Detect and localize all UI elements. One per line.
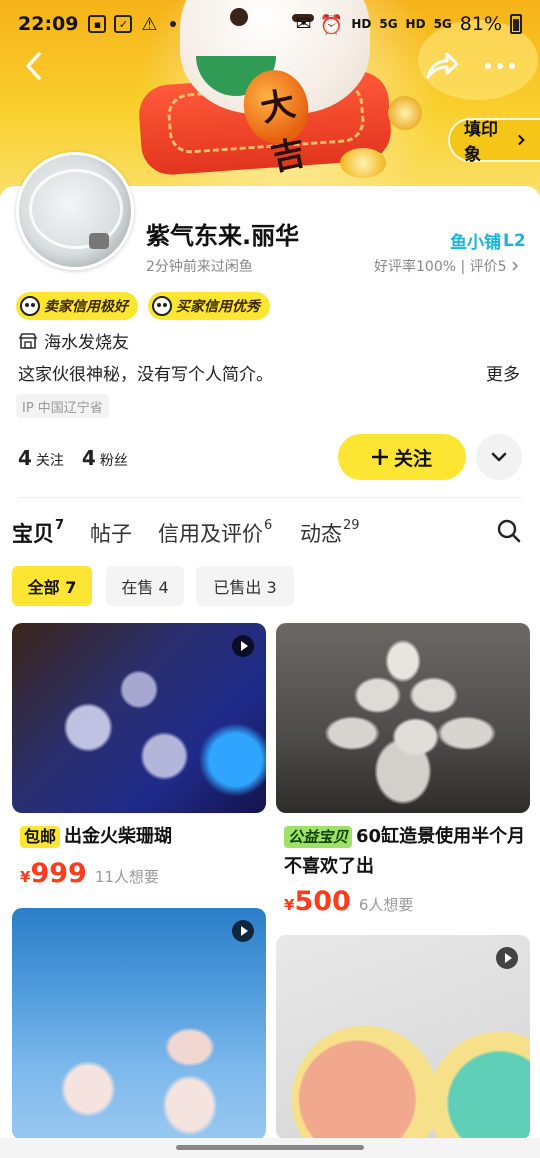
status-time: 22:09 bbox=[18, 13, 79, 35]
fill-impression-label: 填印象 bbox=[464, 120, 498, 165]
following-label[interactable]: 关注 bbox=[36, 450, 64, 470]
share-button[interactable] bbox=[420, 46, 464, 86]
gold-ingot bbox=[340, 148, 386, 178]
product-price: ¥999 bbox=[20, 858, 87, 889]
product-title[interactable]: 公益宝贝 60缸造景使用半个月不喜欢了出 bbox=[284, 822, 530, 882]
followers-label[interactable]: 粉丝 bbox=[100, 450, 128, 470]
product-wants: 11人想要 bbox=[94, 868, 159, 886]
tab-credit-label: 信用及评价 bbox=[158, 522, 263, 546]
avatar[interactable] bbox=[16, 152, 134, 270]
product-price-row: ¥500 6人想要 bbox=[284, 886, 413, 917]
seller-credit-badge[interactable]: 卖家信用极好 bbox=[16, 292, 138, 320]
chevron-left-icon bbox=[26, 52, 41, 80]
back-button[interactable] bbox=[16, 46, 52, 86]
product-price-value: 999 bbox=[30, 858, 87, 889]
video-play-icon bbox=[496, 947, 518, 969]
seller-credit-label: 卖家信用极好 bbox=[44, 299, 128, 315]
battery-icon bbox=[510, 14, 522, 34]
followers-count[interactable]: 4 bbox=[82, 446, 96, 470]
message-icon: ✉ bbox=[295, 13, 312, 35]
filter-on-sale[interactable]: 在售 4 bbox=[106, 566, 184, 606]
shop-level-name: 鱼小铺 bbox=[450, 233, 501, 253]
tab-feed-label: 动态 bbox=[300, 522, 342, 546]
tab-goods-count: 7 bbox=[55, 518, 65, 533]
filter-all[interactable]: 全部 7 bbox=[12, 566, 92, 606]
seller-face-icon bbox=[20, 296, 40, 316]
product-image[interactable] bbox=[12, 623, 266, 813]
product-image[interactable] bbox=[276, 935, 530, 1140]
product-price-row: ¥999 11人想要 bbox=[20, 858, 159, 889]
home-indicator[interactable] bbox=[176, 1145, 364, 1150]
fill-impression-button[interactable]: 填印象 bbox=[448, 118, 540, 165]
ip-location-tag: IP 中国辽宁省 bbox=[16, 394, 109, 418]
avatar-stand bbox=[89, 233, 109, 249]
product-title-text: 出金火柴珊瑚 bbox=[64, 826, 173, 847]
product-wants: 6人想要 bbox=[358, 896, 414, 914]
gold-coin bbox=[388, 96, 422, 130]
warning-icon: ⚠ bbox=[141, 13, 158, 35]
status-bar: 22:09 ▪ ✓ ⚠ ✉ ⏰ HD 5G HD 5G 81% bbox=[0, 0, 540, 48]
buyer-face-icon bbox=[152, 296, 172, 316]
rating-text: 好评率100% | 评价5 bbox=[374, 259, 507, 275]
hobby-label: 海水发烧友 bbox=[44, 333, 129, 353]
chevron-right-icon bbox=[511, 261, 518, 271]
search-icon bbox=[497, 519, 521, 543]
product-image[interactable] bbox=[12, 908, 266, 1140]
buyer-credit-label: 买家信用优秀 bbox=[176, 299, 260, 315]
last-seen: 2分钟前来过闲鱼 bbox=[146, 259, 253, 275]
video-play-icon bbox=[232, 920, 254, 942]
currency-symbol: ¥ bbox=[20, 868, 31, 886]
divider bbox=[18, 497, 522, 498]
tab-feed[interactable]: 动态29 bbox=[300, 518, 360, 548]
follow-label: 关注 bbox=[393, 447, 432, 470]
tab-credit-reviews[interactable]: 信用及评价6 bbox=[158, 518, 272, 548]
network-5g-2: 5G bbox=[433, 17, 452, 31]
shop-level-badge[interactable]: 鱼小铺 L2 bbox=[450, 228, 526, 254]
tab-goods-label: 宝贝 bbox=[12, 522, 54, 546]
more-notifications-dot bbox=[170, 21, 177, 27]
search-button[interactable] bbox=[494, 516, 524, 546]
battery-percent: 81% bbox=[459, 13, 502, 35]
follow-options-button[interactable] bbox=[476, 434, 522, 480]
currency-symbol: ¥ bbox=[284, 896, 295, 914]
filter-sold[interactable]: 已售出 3 bbox=[196, 566, 294, 606]
follow-button[interactable]: 关注 bbox=[338, 434, 466, 480]
network-5g-1: 5G bbox=[379, 17, 398, 31]
bio-text: 这家伙很神秘，没有写个人简介。 bbox=[18, 365, 273, 385]
tab-posts[interactable]: 帖子 bbox=[90, 518, 132, 548]
product-price-value: 500 bbox=[294, 886, 351, 917]
network-hd-2: HD bbox=[405, 17, 426, 31]
check-icon: ✓ bbox=[114, 15, 133, 33]
following-count[interactable]: 4 bbox=[18, 446, 32, 470]
share-icon bbox=[426, 52, 459, 79]
chevron-right-icon bbox=[517, 134, 525, 146]
charity-tag: 公益宝贝 bbox=[284, 826, 353, 848]
product-price: ¥500 bbox=[284, 886, 351, 917]
network-hd-1: HD bbox=[351, 17, 372, 31]
free-shipping-tag: 包邮 bbox=[20, 826, 61, 848]
tab-goods[interactable]: 宝贝7 bbox=[12, 518, 64, 548]
hobby-tag: 海水发烧友 bbox=[18, 328, 129, 353]
rating-summary[interactable]: 好评率100% | 评价5 bbox=[374, 256, 519, 276]
chevron-down-icon bbox=[491, 452, 507, 462]
buyer-credit-badge[interactable]: 买家信用优秀 bbox=[148, 292, 270, 320]
follow-stats: 4 关注 4 粉丝 bbox=[18, 446, 142, 470]
gallery-icon: ▪ bbox=[88, 15, 107, 33]
tab-posts-label: 帖子 bbox=[90, 522, 132, 546]
status-right: ✉ ⏰ HD 5G HD 5G 81% bbox=[296, 13, 522, 36]
product-title[interactable]: 包邮 出金火柴珊瑚 bbox=[20, 822, 266, 852]
plus-icon bbox=[371, 449, 388, 465]
more-button[interactable] bbox=[476, 46, 524, 86]
tab-feed-count: 29 bbox=[343, 518, 360, 533]
nickname: 紫气东来.丽华 bbox=[146, 222, 300, 250]
bio-more-link[interactable]: 更多 bbox=[486, 360, 520, 385]
tab-credit-count: 6 bbox=[264, 518, 273, 533]
product-image[interactable] bbox=[276, 623, 530, 813]
more-dots-icon bbox=[485, 63, 515, 69]
alarm-icon: ⏰ bbox=[319, 13, 344, 36]
shop-icon bbox=[18, 332, 38, 349]
shop-level-value: L2 bbox=[503, 230, 526, 251]
video-play-icon bbox=[232, 635, 254, 657]
